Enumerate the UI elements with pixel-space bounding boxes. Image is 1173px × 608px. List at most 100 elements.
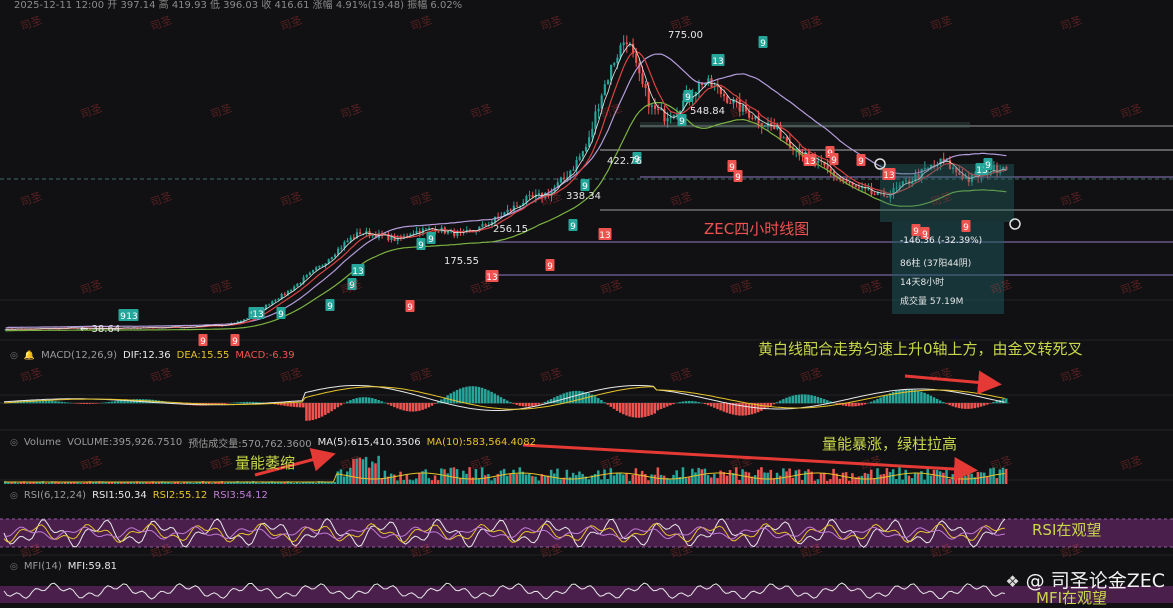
macd-histogram-bar xyxy=(644,403,647,417)
candle-body xyxy=(742,105,744,112)
candle-body xyxy=(309,273,311,276)
macd-histogram-bar xyxy=(86,403,89,404)
volume-legend[interactable]: ◎ Volume VOLUME:395,926.7510 预估成交量:570,7… xyxy=(10,435,536,450)
volume-bar xyxy=(628,481,631,484)
candle-body xyxy=(299,283,301,284)
macd-histogram-bar xyxy=(622,403,625,414)
volume-bar xyxy=(443,469,446,484)
macd-histogram-bar xyxy=(64,402,67,403)
volume-bar xyxy=(462,471,465,484)
volume-bar xyxy=(217,483,220,484)
macd-histogram-bar xyxy=(462,388,465,404)
macd-histogram-bar xyxy=(1002,399,1005,403)
volume-bar xyxy=(170,483,173,484)
candle-body xyxy=(623,42,625,45)
volume-bar xyxy=(757,470,760,484)
volume-bar xyxy=(845,472,848,484)
macd-histogram-bar xyxy=(983,403,986,406)
macd-histogram-bar xyxy=(901,390,904,404)
eye-icon[interactable]: ◎ xyxy=(10,351,18,361)
price-label: 548.84 xyxy=(690,106,725,117)
macd-histogram-bar xyxy=(387,403,390,404)
volume-bar xyxy=(748,472,751,484)
macd-histogram-bar xyxy=(970,403,973,409)
macd-histogram-bar xyxy=(603,402,606,403)
rsi-legend[interactable]: ◎ RSI(6,12,24) RSI1:50.34 RSI2:55.12 RSI… xyxy=(10,490,268,501)
ma-red-line xyxy=(6,52,1007,330)
rsi-1: RSI1:50.34 xyxy=(92,490,147,501)
volume-bar xyxy=(418,473,421,484)
bell-icon[interactable]: 🔔 xyxy=(24,351,35,361)
macd-histogram-bar xyxy=(600,400,603,403)
macd-histogram-bar xyxy=(704,403,707,404)
macd-histogram-bar xyxy=(471,386,474,403)
volume-bar xyxy=(559,479,562,484)
price-label: ← 38.64 xyxy=(80,324,120,335)
macd-histogram-bar xyxy=(798,394,801,403)
volume-bar xyxy=(710,477,713,484)
candle-body xyxy=(654,105,656,108)
candle-body xyxy=(346,241,348,243)
volume-bar xyxy=(657,467,660,484)
macd-histogram-bar xyxy=(475,386,478,403)
volume-bar xyxy=(898,468,901,484)
volume-bar xyxy=(352,459,355,484)
eye-icon[interactable]: ◎ xyxy=(10,562,18,572)
volume-bar xyxy=(722,472,725,484)
candle-body xyxy=(855,185,857,187)
volume-bar xyxy=(283,482,286,484)
macd-histogram-bar xyxy=(311,403,314,420)
volume-bar xyxy=(544,476,547,484)
price-chart: 9139991399913999139991399913999139991399… xyxy=(0,0,1173,603)
candle-body xyxy=(274,300,276,301)
macd-histogram-bar xyxy=(299,403,302,407)
macd-histogram-bar xyxy=(663,403,666,408)
volume-bar xyxy=(610,468,613,484)
macd-histogram-bar xyxy=(597,398,600,403)
volume-bar xyxy=(396,481,399,484)
volume-bar xyxy=(603,470,606,484)
volume-bar xyxy=(509,473,512,484)
volume-bar xyxy=(883,474,886,484)
volume-bar xyxy=(892,469,895,484)
macd-histogram-bar xyxy=(318,403,321,418)
macd-histogram-bar xyxy=(955,403,958,407)
macd-histogram-bar xyxy=(879,397,882,403)
candle-body xyxy=(331,257,333,259)
macd-histogram-bar xyxy=(327,403,330,413)
volume-bar xyxy=(581,474,584,484)
macd-histogram-bar xyxy=(682,401,685,403)
macd-histogram-bar xyxy=(500,397,503,403)
candle-body xyxy=(616,58,618,63)
macd-histogram-bar xyxy=(553,397,556,403)
volume-bar xyxy=(453,467,456,484)
volume-bar xyxy=(641,471,644,484)
macd-histogram-bar xyxy=(773,403,776,404)
macd-histogram-bar xyxy=(688,401,691,403)
macd-histogram-bar xyxy=(647,403,650,416)
eye-icon[interactable]: ◎ xyxy=(10,491,18,501)
volume-bar xyxy=(842,473,845,484)
volume-bar xyxy=(437,480,440,484)
macd-histogram-bar xyxy=(324,403,327,415)
volume-bar xyxy=(961,477,964,484)
volume-bar xyxy=(597,470,600,484)
volume-bar xyxy=(826,481,829,484)
macd-histogram-bar xyxy=(835,403,838,404)
eye-icon[interactable]: ◎ xyxy=(10,438,18,448)
macd-legend[interactable]: ◎ 🔔 MACD(12,26,9) DIF:12.36 DEA:15.55 MA… xyxy=(10,350,295,361)
candle-body xyxy=(591,129,593,137)
macd-histogram-bar xyxy=(716,403,719,409)
macd-histogram-bar xyxy=(625,403,628,416)
macd-histogram-bar xyxy=(729,403,732,414)
sequence-label: 9 xyxy=(418,241,424,251)
volume-bar xyxy=(506,476,509,484)
mfi-legend[interactable]: ◎ MFI(14) MFI:59.81 xyxy=(10,561,117,572)
macd-histogram-bar xyxy=(864,403,867,404)
macd-histogram-bar xyxy=(826,400,829,403)
sequence-label: 9 xyxy=(278,310,284,320)
volume-bar xyxy=(817,479,820,484)
macd-histogram-bar xyxy=(509,402,512,403)
volume-bar xyxy=(873,478,876,484)
volume-bar xyxy=(792,478,795,484)
